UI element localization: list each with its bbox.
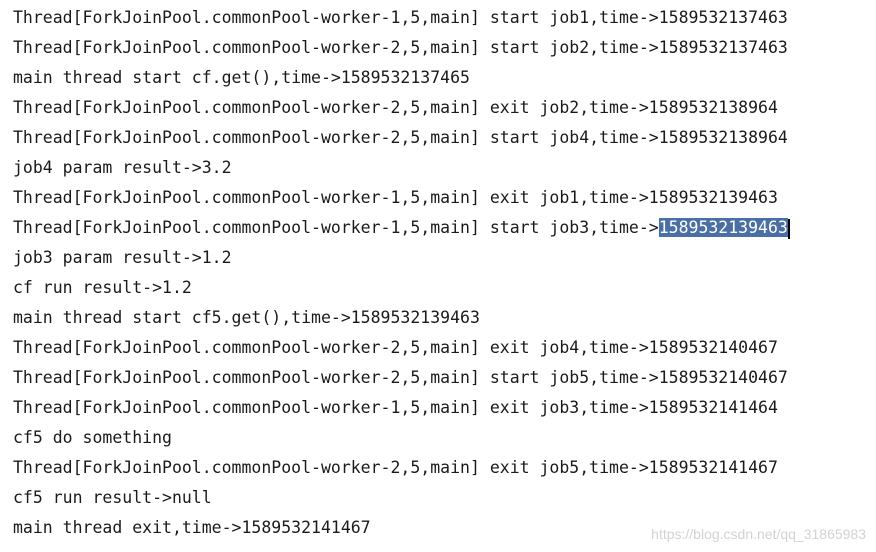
console-line: cf5 run result->null	[13, 488, 212, 507]
console-line: cf run result->1.2	[13, 278, 192, 297]
console-line: Thread[ForkJoinPool.commonPool-worker-2,…	[13, 38, 788, 57]
console-line: Thread[ForkJoinPool.commonPool-worker-2,…	[13, 458, 778, 477]
console-line: job3 param result->1.2	[13, 248, 232, 267]
console-line: job4 param result->3.2	[13, 158, 232, 177]
selected-text[interactable]: 1589532139463	[658, 218, 788, 237]
console-line-text: Thread[ForkJoinPool.commonPool-worker-1,…	[13, 218, 659, 237]
console-line: main thread start cf.get(),time->1589532…	[13, 68, 470, 87]
watermark: https://blog.csdn.net/qq_31865983	[651, 526, 866, 542]
console-line: Thread[ForkJoinPool.commonPool-worker-2,…	[13, 368, 788, 387]
console-line: Thread[ForkJoinPool.commonPool-worker-1,…	[13, 8, 788, 27]
console-line: Thread[ForkJoinPool.commonPool-worker-2,…	[13, 98, 778, 117]
console-line: Thread[ForkJoinPool.commonPool-worker-1,…	[13, 398, 778, 417]
console-line: Thread[ForkJoinPool.commonPool-worker-1,…	[13, 188, 778, 207]
console-output[interactable]: Thread[ForkJoinPool.commonPool-worker-1,…	[13, 3, 876, 543]
console-line: Thread[ForkJoinPool.commonPool-worker-2,…	[13, 128, 788, 147]
console-line: cf5 do something	[13, 428, 172, 447]
console-line-with-selection: Thread[ForkJoinPool.commonPool-worker-1,…	[13, 213, 876, 243]
text-caret	[787, 218, 790, 239]
console-line: Thread[ForkJoinPool.commonPool-worker-2,…	[13, 338, 778, 357]
console-line: main thread start cf5.get(),time->158953…	[13, 308, 480, 327]
